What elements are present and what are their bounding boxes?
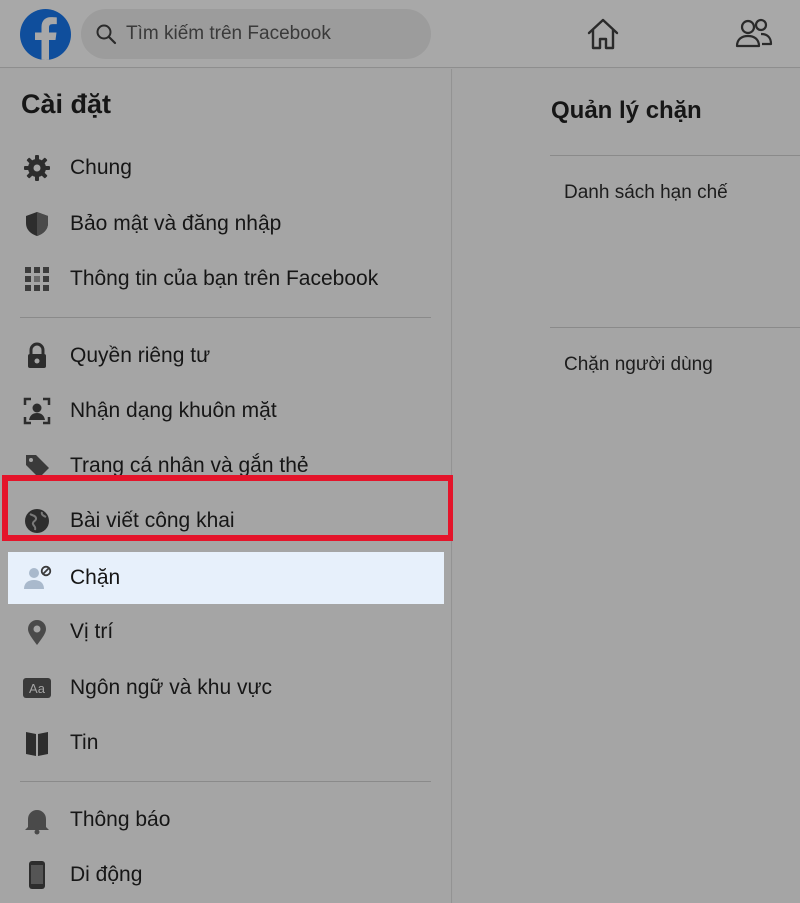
- sidebar-item-your-info[interactable]: Thông tin của bạn trên Facebook: [8, 253, 444, 305]
- sidebar-divider: [20, 317, 431, 318]
- sidebar-item-label: Thông báo: [70, 808, 171, 831]
- sidebar-item-privacy[interactable]: Quyền riêng tư: [8, 330, 444, 382]
- sidebar-item-label: Quyền riêng tư: [70, 344, 211, 367]
- sidebar-item-label: Ngôn ngữ và khu vực: [70, 676, 273, 699]
- shield-icon: [22, 209, 52, 239]
- main-divider: [550, 327, 800, 328]
- restricted-list-row[interactable]: Danh sách hạn chế: [564, 182, 728, 204]
- search-bar[interactable]: [81, 9, 431, 59]
- sidebar-item-label: Bài viết công khai: [70, 509, 235, 532]
- svg-text:Aa: Aa: [29, 681, 46, 696]
- sidebar-item-language[interactable]: Aa Ngôn ngữ và khu vực: [8, 662, 444, 714]
- sidebar-item-security[interactable]: Bảo mật và đăng nhập: [8, 198, 444, 250]
- sidebar-item-label: Nhận dạng khuôn mặt: [70, 399, 277, 422]
- location-pin-icon: [22, 617, 52, 647]
- facebook-logo-icon[interactable]: [20, 9, 71, 60]
- sidebar-item-label: Chặn: [70, 566, 121, 589]
- sidebar-item-label: Thông tin của bạn trên Facebook: [70, 267, 379, 290]
- phone-icon: [22, 860, 52, 890]
- sidebar-item-location[interactable]: Vị trí: [8, 606, 444, 658]
- sidebar-item-label: Trang cá nhân và gắn thẻ: [70, 454, 309, 477]
- sidebar-item-profile-tagging[interactable]: Trang cá nhân và gắn thẻ: [8, 440, 444, 492]
- top-bar: [0, 0, 800, 68]
- settings-sidebar: Cài đặt Chung Bảo mật và đăng nhập Thông…: [0, 69, 452, 903]
- page-title: Quản lý chặn: [551, 97, 702, 124]
- bell-icon: [22, 805, 52, 835]
- search-icon: [96, 24, 117, 45]
- gear-icon: [22, 153, 52, 183]
- sidebar-item-label: Chung: [70, 156, 132, 179]
- block-users-row[interactable]: Chặn người dùng: [564, 354, 713, 376]
- sidebar-item-label: Tin: [70, 731, 99, 754]
- sidebar-item-label: Vị trí: [70, 620, 114, 643]
- grid-icon: [22, 264, 52, 294]
- lock-icon: [22, 341, 52, 371]
- sidebar-item-general[interactable]: Chung: [8, 142, 444, 194]
- home-icon[interactable]: [584, 15, 622, 53]
- sidebar-title: Cài đặt: [21, 89, 112, 119]
- sidebar-item-mobile[interactable]: Di động: [8, 849, 444, 901]
- main-divider: [550, 155, 800, 156]
- sidebar-item-public-posts[interactable]: Bài viết công khai: [8, 495, 444, 547]
- book-icon: [22, 728, 52, 758]
- search-input[interactable]: [126, 23, 416, 45]
- sidebar-item-label: Bảo mật và đăng nhập: [70, 212, 282, 235]
- sidebar-item-stories[interactable]: Tin: [8, 717, 444, 769]
- face-scan-icon: [22, 396, 52, 426]
- language-icon: Aa: [22, 673, 52, 703]
- tag-icon: [22, 451, 52, 481]
- sidebar-divider: [20, 781, 431, 782]
- main-panel: Quản lý chặn Danh sách hạn chế Chặn ngườ…: [453, 69, 800, 903]
- block-user-icon: [22, 563, 52, 593]
- sidebar-item-notifications[interactable]: Thông báo: [8, 794, 444, 846]
- friends-icon[interactable]: [734, 15, 774, 53]
- globe-icon: [22, 506, 52, 536]
- sidebar-item-face-recognition[interactable]: Nhận dạng khuôn mặt: [8, 385, 444, 437]
- sidebar-item-blocking[interactable]: Chặn: [8, 552, 444, 604]
- sidebar-item-label: Di động: [70, 863, 143, 886]
